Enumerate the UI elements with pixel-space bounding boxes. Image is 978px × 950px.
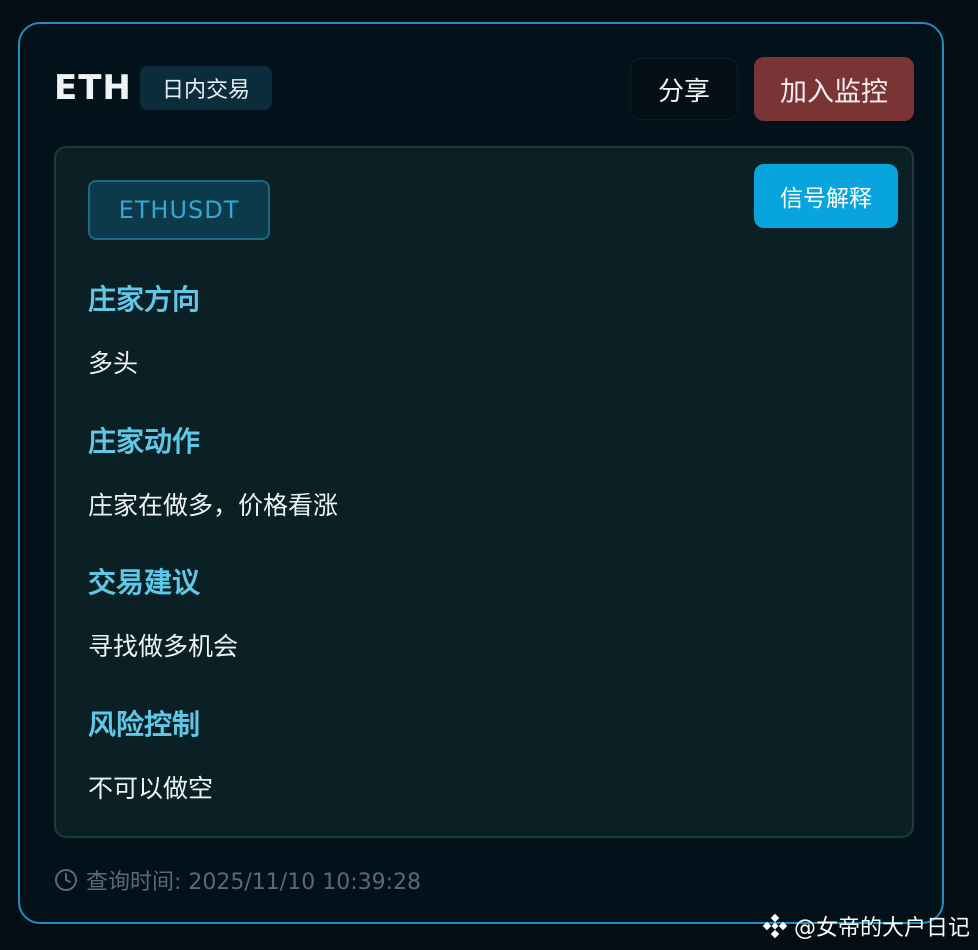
section-value-action: 庄家在做多，价格看涨 — [88, 491, 339, 520]
binance-logo-icon — [762, 913, 788, 939]
query-time-footer: 查询时间: 2025/11/10 10:39:28 — [54, 864, 421, 896]
section-title-action: 庄家动作 — [88, 425, 201, 458]
section-value-risk: 不可以做空 — [88, 774, 214, 803]
section-value-advice: 寻找做多机会 — [88, 632, 239, 661]
signal-card: ETH 日内交易 分享 加入监控 ETHUSDT 信号解释 庄家方向 多头 庄家… — [18, 22, 944, 924]
clock-icon — [55, 869, 77, 891]
section-title-direction: 庄家方向 — [88, 283, 201, 316]
section-title-risk: 风险控制 — [88, 708, 201, 741]
coin-symbol: ETH — [54, 68, 132, 108]
add-monitor-button[interactable]: 加入监控 — [754, 57, 914, 121]
signal-explain-button[interactable]: 信号解释 — [754, 164, 898, 228]
watermark-text: @女帝的大户日记 — [793, 916, 970, 941]
trade-type-tag: 日内交易 — [140, 66, 272, 110]
card-header: ETH 日内交易 分享 加入监控 — [20, 24, 942, 150]
signal-panel: ETHUSDT 信号解释 庄家方向 多头 庄家动作 庄家在做多，价格看涨 交易建… — [54, 146, 914, 838]
trading-pair-badge: ETHUSDT — [88, 180, 270, 240]
watermark: @女帝的大户日记 — [762, 910, 970, 942]
section-value-direction: 多头 — [88, 349, 139, 378]
share-button[interactable]: 分享 — [630, 58, 738, 120]
query-time-text: 查询时间: 2025/11/10 10:39:28 — [86, 870, 422, 895]
section-title-advice: 交易建议 — [88, 566, 201, 599]
